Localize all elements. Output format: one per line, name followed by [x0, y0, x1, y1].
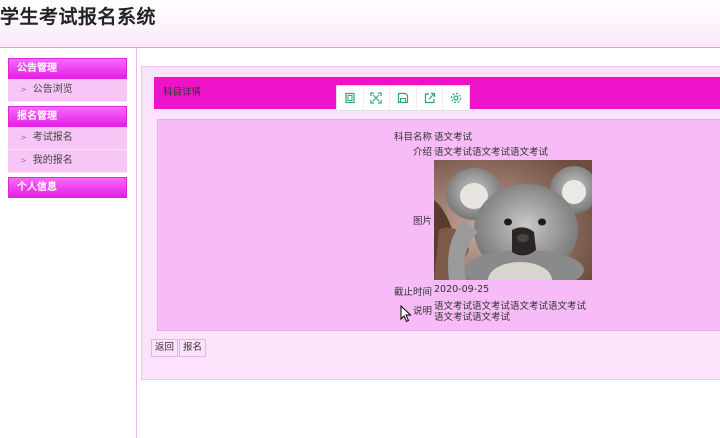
save-icon[interactable] [390, 86, 417, 110]
image-label: 图片 [412, 216, 432, 227]
sidebar-item-label: 我的报名 [32, 155, 73, 166]
export-icon[interactable] [417, 86, 444, 110]
deadline-value: 2020-09-25 [434, 284, 490, 295]
main-area: 科目详情 科目名称 语文考试 介绍 语文考试语文考试语文考试 图片 截止时间 2… [137, 48, 720, 438]
detail-panel: 科目详情 科目名称 语文考试 介绍 语文考试语文考试语文考试 图片 截止时间 2… [141, 66, 720, 380]
fullscreen-icon[interactable] [364, 86, 391, 110]
sidebar-item-label: 考试报名 [32, 132, 73, 143]
panel-toolbar [336, 85, 470, 111]
subject-image [434, 160, 592, 280]
deadline-label: 截止时间 [393, 287, 432, 298]
apply-button[interactable]: 报名 [179, 339, 207, 357]
chevron-right-icon: > [20, 156, 27, 165]
subject-name-value: 语文考试 [434, 132, 473, 143]
chevron-right-icon: > [20, 85, 27, 94]
menu-group-personal-info[interactable]: 个人信息 [8, 177, 127, 198]
subject-name-label: 科目名称 [393, 132, 432, 143]
detail-content: 科目名称 语文考试 介绍 语文考试语文考试语文考试 图片 截止时间 2020-0… [157, 119, 720, 331]
sidebar-menu: 公告管理 > 公告浏览 报名管理 > 考试报名 > 我的报名 个人信息 [8, 58, 127, 198]
panel-header: 科目详情 [154, 77, 720, 111]
intro-label: 介绍 [412, 147, 432, 158]
note-value-line2: 语文考试语文考试 [434, 312, 511, 323]
sidebar-item-exam-register[interactable]: > 考试报名 [8, 127, 127, 150]
back-button[interactable]: 返回 [151, 339, 179, 357]
panel-title: 科目详情 [163, 87, 202, 98]
sidebar-item-label: 公告浏览 [32, 84, 73, 95]
settings-icon[interactable] [443, 86, 469, 110]
top-bar: 学生考试报名系统 [0, 0, 720, 48]
intro-value: 语文考试语文考试语文考试 [434, 147, 549, 158]
sidebar: 公告管理 > 公告浏览 报名管理 > 考试报名 > 我的报名 个人信息 [0, 48, 137, 438]
menu-group-registration[interactable]: 报名管理 [8, 106, 127, 127]
mouse-cursor-icon [400, 304, 412, 326]
menu-group-announcement[interactable]: 公告管理 [8, 58, 127, 79]
sidebar-item-announcement-browse[interactable]: > 公告浏览 [8, 79, 127, 102]
copy-icon[interactable] [337, 86, 364, 110]
chevron-right-icon: > [20, 133, 27, 142]
sidebar-item-my-registrations[interactable]: > 我的报名 [8, 150, 127, 173]
app-title: 学生考试报名系统 [0, 6, 157, 28]
